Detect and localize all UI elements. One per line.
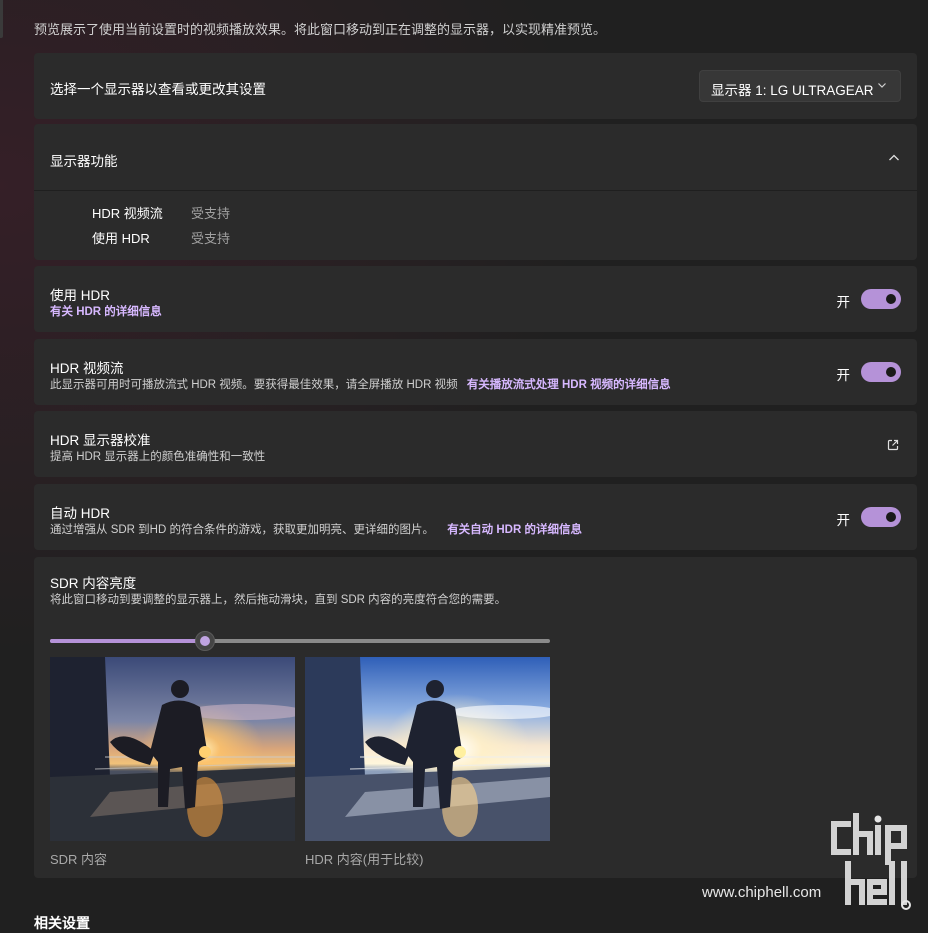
hdr-streaming-state: 开 [836,368,851,383]
related-settings-heading: 相关设置 [34,915,90,931]
sdr-brightness-desc: 将此窗口移动到要调整的显示器上，然后拖动滑块，直到 SDR 内容的亮度符合您的需… [50,594,507,606]
capabilities-card: 显示器功能 HDR 视频流 受支持 使用 HDR 受支持 [34,124,917,260]
capabilities-title: 显示器功能 [50,154,118,169]
use-hdr-toggle[interactable] [861,289,901,309]
auto-hdr-state: 开 [836,513,851,528]
hdr-streaming-desc: 此显示器可用时可播放流式 HDR 视频。要获得最佳效果，请全屏播放 HDR 视频… [50,376,671,392]
hdr-preview-caption: HDR 内容(用于比较) [305,852,424,867]
display-dropdown-value: 显示器 1: LG ULTRAGEAR [711,83,874,98]
sdr-preview-caption: SDR 内容 [50,852,108,867]
toggle-knob [886,512,896,522]
use-hdr-title: 使用 HDR [50,288,110,303]
use-hdr-card: 使用 HDR 有关 HDR 的详细信息 开 [34,266,917,332]
scrollbar-stub[interactable] [0,0,3,38]
hdr-streaming-title: HDR 视频流 [50,361,124,376]
sdr-brightness-title: SDR 内容亮度 [50,576,137,591]
intro-text: 预览展示了使用当前设置时的视频播放效果。将此窗口移动到正在调整的显示器，以实现精… [34,22,607,37]
chevron-down-icon [878,83,886,88]
slider-thumb-dot [200,636,210,646]
auto-hdr-card: 自动 HDR 通过增强从 SDR 到HD 的符合条件的游戏，获取更加明亮、更详细… [34,484,917,550]
use-hdr-state: 开 [836,295,851,310]
sdr-brightness-slider[interactable] [50,631,550,651]
auto-hdr-desc-text: 通过增强从 SDR 到HD 的符合条件的游戏，获取更加明亮、更详细的图片。 [50,524,434,536]
slider-thumb[interactable] [195,631,215,651]
hdr-preview-image [305,657,550,841]
hdr-streaming-toggle[interactable] [861,362,901,382]
auto-hdr-title: 自动 HDR [50,506,110,521]
chiphell-logo [831,813,911,910]
toggle-knob [886,367,896,377]
hdr-streaming-card: HDR 视频流 此显示器可用时可播放流式 HDR 视频。要获得最佳效果，请全屏播… [34,339,917,405]
capability-value-hdr-streaming: 受支持 [191,206,231,221]
hdr-streaming-info-link[interactable]: 有关播放流式处理 HDR 视频的详细信息 [467,379,671,391]
display-select-label: 选择一个显示器以查看或更改其设置 [50,82,266,97]
toggle-knob [886,294,896,304]
chevron-up-icon[interactable] [887,151,901,165]
hdr-calibration-desc: 提高 HDR 显示器上的颜色准确性和一致性 [50,451,266,463]
slider-fill [50,639,205,643]
capabilities-divider [34,190,917,191]
sdr-preview-image [50,657,295,841]
auto-hdr-desc: 通过增强从 SDR 到HD 的符合条件的游戏，获取更加明亮、更详细的图片。 有关… [50,521,582,537]
watermark-text: www.chiphell.com [702,884,822,901]
capability-name-hdr-streaming: HDR 视频流 [92,206,163,221]
display-dropdown[interactable]: 显示器 1: LG ULTRAGEAR [699,70,901,102]
auto-hdr-toggle[interactable] [861,507,901,527]
hdr-calibration-title: HDR 显示器校准 [50,433,151,448]
use-hdr-info-link[interactable]: 有关 HDR 的详细信息 [50,303,162,319]
auto-hdr-info-link[interactable]: 有关自动 HDR 的详细信息 [447,524,582,536]
capability-value-use-hdr: 受支持 [191,231,231,246]
sdr-brightness-card: SDR 内容亮度 将此窗口移动到要调整的显示器上，然后拖动滑块，直到 SDR 内… [34,557,917,878]
capabilities-header[interactable]: 显示器功能 [34,124,917,190]
hdr-streaming-desc-text: 此显示器可用时可播放流式 HDR 视频。要获得最佳效果，请全屏播放 HDR 视频 [50,379,458,391]
display-select-card: 选择一个显示器以查看或更改其设置 显示器 1: LG ULTRAGEAR [34,53,917,119]
hdr-calibration-card[interactable]: HDR 显示器校准 提高 HDR 显示器上的颜色准确性和一致性 [34,411,917,477]
capability-name-use-hdr: 使用 HDR [92,231,150,246]
external-link-icon[interactable] [886,438,900,452]
